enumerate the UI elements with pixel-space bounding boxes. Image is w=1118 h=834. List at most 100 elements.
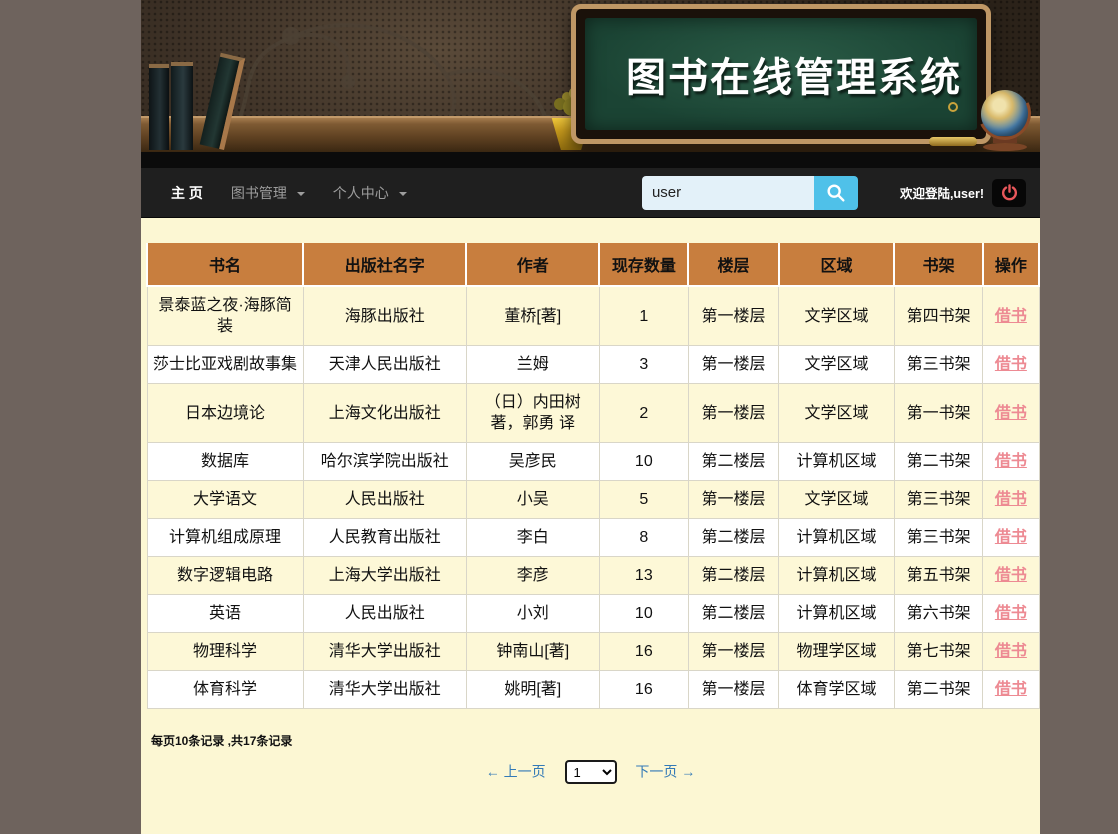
book-name-cell: 数据库 — [147, 443, 303, 481]
shelf-cell: 第二书架 — [894, 443, 982, 481]
next-page-link[interactable]: 下一页 → — [635, 764, 695, 780]
book-name-cell: 计算机组成原理 — [147, 519, 303, 557]
search-input[interactable] — [642, 176, 814, 210]
area-cell: 物理学区域 — [779, 633, 895, 671]
area-cell: 文学区域 — [779, 384, 895, 443]
borrow-link[interactable]: 借书 — [995, 605, 1027, 622]
col-header-quantity: 现存数量 — [599, 243, 688, 286]
quantity-cell: 8 — [599, 519, 688, 557]
publisher-cell: 海豚出版社 — [303, 286, 466, 346]
publisher-cell: 哈尔滨学院出版社 — [303, 443, 466, 481]
publisher-cell: 人民教育出版社 — [303, 519, 466, 557]
floor-cell: 第一楼层 — [688, 671, 778, 709]
book-name-cell: 数字逻辑电路 — [147, 557, 303, 595]
quantity-cell: 2 — [599, 384, 688, 443]
author-cell: 李白 — [466, 519, 599, 557]
action-cell: 借书 — [983, 595, 1039, 633]
prev-page-link[interactable]: ← 上一页 — [486, 764, 546, 780]
publisher-cell: 清华大学出版社 — [303, 633, 466, 671]
author-cell: 兰姆 — [466, 346, 599, 384]
table-row: 日本边境论上海文化出版社（日）内田树 著，郭勇 译2第一楼层文学区域第一书架借书 — [147, 384, 1039, 443]
table-header-row: 书名 出版社名字 作者 现存数量 楼层 区域 书架 操作 — [147, 243, 1039, 286]
floor-cell: 第一楼层 — [688, 481, 778, 519]
table-row: 体育科学清华大学出版社姚明[著]16第一楼层体育学区域第二书架借书 — [147, 671, 1039, 709]
bell-body — [933, 110, 973, 140]
action-cell: 借书 — [983, 519, 1039, 557]
logout-button[interactable] — [992, 179, 1026, 207]
search-button[interactable] — [814, 176, 858, 210]
action-cell: 借书 — [983, 671, 1039, 709]
floor-cell: 第二楼层 — [688, 519, 778, 557]
book-name-cell: 日本边境论 — [147, 384, 303, 443]
col-header-author: 作者 — [466, 243, 599, 286]
book-decoration — [149, 64, 169, 150]
navbar: 主 页 图书管理 个人中心 欢迎登陆,user! — [141, 168, 1040, 218]
quantity-cell: 16 — [599, 671, 688, 709]
publisher-cell: 人民出版社 — [303, 595, 466, 633]
nav-book-management[interactable]: 图书管理 — [217, 168, 319, 218]
area-cell: 计算机区域 — [779, 595, 895, 633]
shelf-cell: 第一书架 — [894, 384, 982, 443]
quantity-cell: 5 — [599, 481, 688, 519]
publisher-cell: 上海文化出版社 — [303, 384, 466, 443]
action-cell: 借书 — [983, 384, 1039, 443]
shelf-cell: 第六书架 — [894, 595, 982, 633]
col-header-shelf: 书架 — [894, 243, 982, 286]
borrow-link[interactable]: 借书 — [995, 356, 1027, 373]
publisher-cell: 清华大学出版社 — [303, 671, 466, 709]
area-cell: 计算机区域 — [779, 519, 895, 557]
shelf-cell: 第五书架 — [894, 557, 982, 595]
quantity-cell: 13 — [599, 557, 688, 595]
area-cell: 体育学区域 — [779, 671, 895, 709]
area-cell: 文学区域 — [779, 286, 895, 346]
bell-lip — [929, 137, 977, 146]
welcome-text: 欢迎登陆,user! — [900, 183, 984, 202]
borrow-link[interactable]: 借书 — [995, 308, 1027, 325]
chalkboard: 图书在线管理系统 — [571, 4, 991, 144]
floor-cell: 第二楼层 — [688, 557, 778, 595]
borrow-link[interactable]: 借书 — [995, 567, 1027, 584]
nav-home[interactable]: 主 页 — [157, 168, 217, 218]
area-cell: 计算机区域 — [779, 557, 895, 595]
borrow-link[interactable]: 借书 — [995, 453, 1027, 470]
author-cell: 小刘 — [466, 595, 599, 633]
chevron-down-icon — [399, 192, 407, 196]
nav-personal-center-label: 个人中心 — [333, 185, 389, 201]
floor-cell: 第二楼层 — [688, 443, 778, 481]
pagination: ← 上一页 1 下一页 → — [141, 760, 1040, 784]
shelf-shadow — [141, 152, 1040, 168]
page: 图书在线管理系统 主 页 图书管理 个人中心 — [141, 0, 1040, 834]
floor-cell: 第一楼层 — [688, 286, 778, 346]
shelf-cell: 第三书架 — [894, 346, 982, 384]
action-cell: 借书 — [983, 557, 1039, 595]
col-header-area: 区域 — [779, 243, 895, 286]
table-row: 数据库哈尔滨学院出版社吴彦民10第二楼层计算机区域第二书架借书 — [147, 443, 1039, 481]
borrow-link[interactable]: 借书 — [995, 529, 1027, 546]
table-row: 英语人民出版社小刘10第二楼层计算机区域第六书架借书 — [147, 595, 1039, 633]
area-cell: 文学区域 — [779, 481, 895, 519]
nav-personal-center[interactable]: 个人中心 — [319, 168, 421, 218]
floor-cell: 第二楼层 — [688, 595, 778, 633]
area-cell: 计算机区域 — [779, 443, 895, 481]
book-name-cell: 大学语文 — [147, 481, 303, 519]
author-cell: 李彦 — [466, 557, 599, 595]
chalkboard-surface: 图书在线管理系统 — [585, 18, 977, 130]
publisher-cell: 天津人民出版社 — [303, 346, 466, 384]
navbar-right: 欢迎登陆,user! — [642, 176, 1026, 210]
author-cell: 姚明[著] — [466, 671, 599, 709]
shelf-cell: 第二书架 — [894, 671, 982, 709]
shelf-cell: 第七书架 — [894, 633, 982, 671]
content-area: 书名 出版社名字 作者 现存数量 楼层 区域 书架 操作 景泰蓝之夜·海豚简装海… — [141, 218, 1040, 834]
borrow-link[interactable]: 借书 — [995, 681, 1027, 698]
page-select[interactable]: 1 — [565, 760, 617, 784]
author-cell: 小吴 — [466, 481, 599, 519]
borrow-link[interactable]: 借书 — [995, 643, 1027, 660]
shelf-cell: 第四书架 — [894, 286, 982, 346]
borrow-link[interactable]: 借书 — [995, 491, 1027, 508]
author-cell: 钟南山[著] — [466, 633, 599, 671]
col-header-publisher: 出版社名字 — [303, 243, 466, 286]
bell-decoration — [929, 102, 977, 146]
table-row: 计算机组成原理人民教育出版社李白8第二楼层计算机区域第三书架借书 — [147, 519, 1039, 557]
borrow-link[interactable]: 借书 — [995, 405, 1027, 422]
records-info: 每页10条记录 ,共17条记录 — [151, 732, 1040, 749]
